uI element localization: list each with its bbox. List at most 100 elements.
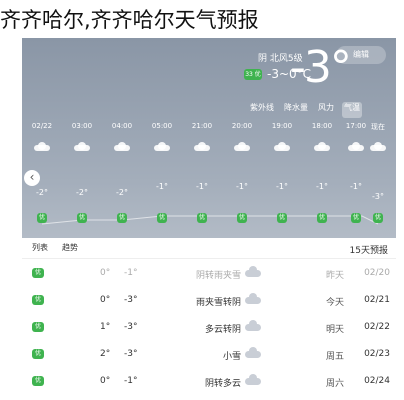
hourly-aqi: 优 <box>277 213 287 223</box>
partly-cloudy-icon <box>245 320 261 332</box>
hourly-item: 05:00 -1° 优 <box>144 122 180 223</box>
tab-wind[interactable]: 风力 <box>316 102 336 118</box>
hourly-temp: -2° <box>76 188 88 197</box>
row-low: -3° <box>124 349 138 359</box>
cloud-icon <box>114 142 130 151</box>
row-high: 2° <box>100 349 111 359</box>
daily-forecast-panel: 列表 趋势 15天预报 优 0° -1° 阴转雨夹雪 昨天 02/20 优 0°… <box>22 238 396 400</box>
list-view-button[interactable]: 列表 <box>32 242 48 253</box>
cloud-icon <box>234 142 250 151</box>
hourly-item: 02/22 -2° 优 <box>24 122 60 223</box>
aqi-badge[interactable]: 33 优 <box>244 69 262 80</box>
row-condition: 雨夹雪转阴 <box>195 298 241 308</box>
row-low: -1° <box>124 376 138 386</box>
hourly-time: 05:00 <box>151 122 173 130</box>
current-temperature: -3° <box>290 42 352 93</box>
row-aqi: 优 <box>32 322 44 332</box>
row-condition: 阴转多云 <box>204 379 241 389</box>
hourly-item: 现在 -3° 优 <box>360 122 396 223</box>
cloud-icon <box>194 142 210 151</box>
hourly-aqi: 优 <box>197 213 207 223</box>
trend-view-button[interactable]: 趋势 <box>62 242 78 253</box>
hourly-time: 04:00 <box>111 122 133 130</box>
hourly-forecast: 02/22 -2° 优 03:00 -2° 优 04:00 -2° 优 05:0… <box>22 122 396 232</box>
hourly-aqi: 优 <box>77 213 87 223</box>
hourly-temp: -2° <box>116 188 128 197</box>
hourly-time: 19:00 <box>271 122 293 130</box>
panel-header: 列表 趋势 15天预报 <box>22 238 396 259</box>
hourly-temp: -1° <box>236 182 248 191</box>
hourly-aqi: 优 <box>117 213 127 223</box>
hourly-temp: -3° <box>372 192 384 201</box>
hourly-time: 03:00 <box>71 122 93 130</box>
hourly-time: 18:00 <box>311 122 333 130</box>
panel-title: 15天预报 <box>349 246 388 256</box>
row-high: 0° <box>100 295 111 305</box>
cloud-icon <box>274 142 290 151</box>
hourly-aqi: 优 <box>237 213 247 223</box>
row-high: 0° <box>100 268 111 278</box>
hourly-aqi: 优 <box>351 213 361 223</box>
row-high: 1° <box>100 322 111 332</box>
row-day: 昨天 <box>325 271 344 281</box>
cloud-icon <box>245 374 261 386</box>
row-condition: 阴转雨夹雪 <box>195 271 241 281</box>
hourly-item: 21:00 -1° 优 <box>184 122 220 223</box>
row-aqi: 优 <box>32 349 44 359</box>
hourly-temp: -2° <box>36 188 48 197</box>
row-day: 周五 <box>325 352 344 362</box>
cloud-icon <box>245 266 261 278</box>
row-low: -1° <box>124 268 138 278</box>
hourly-aqi: 优 <box>317 213 327 223</box>
hourly-temp: -1° <box>156 182 168 191</box>
row-date: 02/23 <box>364 349 390 359</box>
page-caption: 齐齐哈尔,齐齐哈尔天气预报 <box>0 8 259 32</box>
forecast-row[interactable]: 优 1° -3° 多云转阴 明天 02/22 <box>22 314 396 340</box>
row-date: 02/21 <box>364 295 390 305</box>
hourly-time: 现在 <box>371 123 385 131</box>
row-condition: 小雪 <box>222 352 241 362</box>
row-aqi: 优 <box>32 376 44 386</box>
hourly-aqi: 优 <box>157 213 167 223</box>
hourly-time: 21:00 <box>191 122 213 130</box>
hourly-time: 02/22 <box>31 122 53 130</box>
hourly-aqi: 优 <box>373 213 383 223</box>
hourly-time: 20:00 <box>231 122 253 130</box>
cloud-icon <box>154 142 170 151</box>
hourly-item: 04:00 -2° 优 <box>104 122 140 223</box>
row-low: -3° <box>124 322 138 332</box>
hourly-aqi: 优 <box>37 213 47 223</box>
tab-uv[interactable]: 紫外线 <box>248 102 276 118</box>
tab-precipitation[interactable]: 降水量 <box>282 102 310 118</box>
hourly-temp: -1° <box>196 182 208 191</box>
row-day: 周六 <box>325 379 344 389</box>
row-condition: 多云转阴 <box>204 325 241 335</box>
row-day: 今天 <box>325 298 344 308</box>
tab-temperature[interactable]: 气温 <box>342 102 362 118</box>
row-high: 0° <box>100 376 111 386</box>
hourly-item: 20:00 -1° 优 <box>224 122 260 223</box>
forecast-row[interactable]: 优 2° -3° 小雪 周五 02/23 <box>22 341 396 367</box>
cloud-icon <box>74 142 90 151</box>
chevron-left-icon[interactable]: ‹ <box>24 170 40 186</box>
row-day: 明天 <box>325 325 344 335</box>
row-date: 02/22 <box>364 322 390 332</box>
hourly-temp: -1° <box>316 182 328 191</box>
row-date: 02/20 <box>364 268 390 278</box>
hourly-item: 18:00 -1° 优 <box>304 122 340 223</box>
row-aqi: 优 <box>32 268 44 278</box>
cloud-icon <box>314 142 330 151</box>
row-aqi: 优 <box>32 295 44 305</box>
sleet-icon <box>245 293 261 305</box>
hourly-item: 03:00 -2° 优 <box>64 122 100 223</box>
hourly-item: 19:00 -1° 优 <box>264 122 300 223</box>
row-date: 02/24 <box>364 376 390 386</box>
forecast-row[interactable]: 优 0° -1° 阴转多云 周六 02/24 <box>22 368 396 394</box>
forecast-row[interactable]: 优 0° -3° 雨夹雪转阴 今天 02/21 <box>22 287 396 313</box>
hourly-temp: -1° <box>350 182 362 191</box>
forecast-tabs: 紫外线 降水量 风力 气温 <box>248 102 362 118</box>
forecast-row[interactable]: 优 0° -1° 阴转雨夹雪 昨天 02/20 <box>22 260 396 286</box>
row-low: -3° <box>124 295 138 305</box>
snow-icon <box>245 347 261 359</box>
hourly-temp: -1° <box>276 182 288 191</box>
